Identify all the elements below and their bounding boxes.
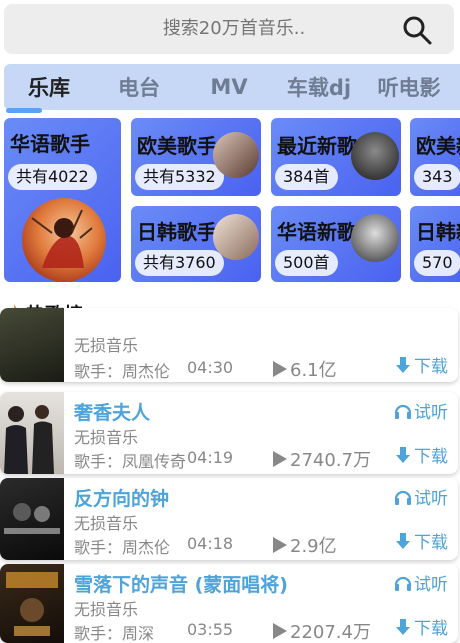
tab-radio[interactable]: 电台	[94, 72, 184, 102]
avatar	[351, 214, 399, 262]
listen-button[interactable]: 试听	[394, 398, 448, 423]
download-label: 下载	[414, 619, 448, 639]
category-card-chinese-singers[interactable]: 华语歌手 共有4022	[4, 118, 121, 282]
tab-mv[interactable]: MV	[184, 75, 274, 99]
song-cover	[0, 392, 64, 474]
song-cover	[0, 478, 64, 560]
download-label: 下载	[414, 447, 448, 467]
song-title: 反方向的钟	[74, 488, 170, 510]
song-plays: 2207.4万	[272, 618, 371, 643]
download-button[interactable]: 下载	[394, 614, 448, 639]
download-label: 下载	[414, 357, 448, 377]
category-title: 欧美新	[416, 134, 460, 158]
headphones-icon	[394, 576, 412, 591]
category-count: 384首	[275, 164, 338, 190]
tab-car-dj[interactable]: 车载dj	[274, 72, 364, 102]
search-input[interactable]	[4, 4, 394, 54]
song-singer: 歌手：周杰伦	[74, 538, 171, 557]
tab-movie[interactable]: 听电影	[364, 72, 454, 102]
song-item[interactable]: 反方向的钟 无损音乐 歌手：周杰伦 04:18 2.9亿 试听 下载	[0, 478, 458, 560]
category-title: 日韩新	[416, 220, 460, 244]
song-duration: 04:18	[187, 534, 234, 553]
category-count: 500首	[275, 250, 338, 276]
song-title: 奢香夫人	[74, 402, 151, 424]
headphones-icon	[394, 490, 412, 505]
tab-library[interactable]: 乐库	[4, 72, 94, 102]
category-card-japan-korea-new-songs[interactable]: 日韩新 570	[410, 206, 460, 282]
song-cover	[0, 564, 64, 643]
category-count: 343	[414, 164, 460, 190]
download-icon	[396, 356, 410, 373]
category-card-western-new-songs[interactable]: 欧美新 343	[410, 118, 460, 196]
listen-label: 试听	[414, 403, 448, 423]
category-card-chinese-new-songs[interactable]: 华语新歌 500首	[271, 206, 401, 282]
download-button[interactable]: 下载	[394, 352, 448, 377]
tab-indicator	[6, 108, 42, 113]
listen-label: 试听	[414, 575, 448, 595]
download-label: 下载	[414, 533, 448, 553]
play-icon	[273, 361, 287, 377]
download-button[interactable]: 下载	[394, 442, 448, 467]
download-icon	[396, 532, 410, 549]
download-icon	[396, 618, 410, 635]
headphones-icon	[394, 404, 412, 419]
category-count: 570	[414, 250, 460, 276]
song-title: 雪落下的声音 (蒙面唱将)	[74, 574, 288, 596]
listen-button[interactable]: 试听	[394, 484, 448, 509]
category-count: 共有4022	[8, 164, 97, 190]
song-item[interactable]: 雪落下的声音 (蒙面唱将) 无损音乐 歌手：周深 03:55 2207.4万 试…	[0, 564, 458, 643]
song-plays: 2740.7万	[272, 446, 371, 472]
song-duration: 03:55	[187, 620, 234, 639]
avatar	[213, 214, 259, 260]
search-bar	[4, 4, 454, 54]
song-play-count: 2207.4万	[290, 622, 371, 643]
search-icon[interactable]	[402, 15, 432, 45]
play-icon	[273, 623, 287, 639]
song-quality: 无损音乐	[74, 514, 139, 533]
song-item[interactable]: 奢香夫人 无损音乐 歌手：凤凰传奇 04:19 2740.7万 试听 下载	[0, 392, 458, 474]
play-icon	[273, 537, 287, 553]
play-icon	[273, 451, 287, 467]
song-duration: 04:30	[187, 358, 234, 377]
tab-bar: 乐库 电台 MV 车载dj 听电影	[4, 64, 460, 110]
category-carousel: 华语歌手 共有4022 欧美歌手 共有5332 日韩歌手 共有3760 最近新歌…	[0, 116, 460, 286]
listen-label: 试听	[414, 489, 448, 509]
avatar	[213, 132, 259, 178]
listen-button[interactable]: 试听	[394, 570, 448, 595]
song-cover	[0, 308, 64, 382]
song-quality: 无损音乐	[74, 428, 139, 447]
avatar	[351, 132, 399, 180]
category-title: 最近新歌	[277, 134, 357, 158]
category-title: 华语新歌	[277, 220, 357, 244]
song-singer: 歌手：凤凰传奇	[74, 452, 187, 471]
song-play-count: 2.9亿	[290, 536, 337, 557]
song-quality: 无损音乐	[74, 600, 139, 619]
song-singer: 歌手：周深	[74, 624, 155, 643]
song-plays: 6.1亿	[272, 356, 337, 382]
category-count: 共有3760	[135, 250, 224, 276]
song-item[interactable]: 无损音乐 歌手：周杰伦 04:30 6.1亿 下载	[0, 308, 458, 382]
song-duration: 04:19	[187, 448, 234, 467]
song-play-count: 6.1亿	[290, 360, 337, 381]
download-icon	[396, 446, 410, 463]
song-plays: 2.9亿	[272, 532, 337, 558]
avatar	[22, 198, 106, 282]
song-play-count: 2740.7万	[290, 450, 371, 471]
category-title: 欧美歌手	[137, 134, 217, 158]
song-quality: 无损音乐	[74, 336, 139, 355]
category-card-western-singers[interactable]: 欧美歌手 共有5332	[131, 118, 261, 196]
download-button[interactable]: 下载	[394, 528, 448, 553]
category-title: 日韩歌手	[137, 220, 217, 244]
category-title: 华语歌手	[10, 132, 90, 156]
category-count: 共有5332	[135, 164, 224, 190]
song-singer: 歌手：周杰伦	[74, 362, 171, 381]
category-card-japan-korea-singers[interactable]: 日韩歌手 共有3760	[131, 206, 261, 282]
category-card-recent-new-songs[interactable]: 最近新歌 384首	[271, 118, 401, 196]
